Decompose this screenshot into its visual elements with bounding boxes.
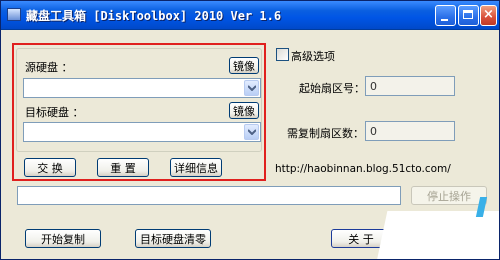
advanced-options-label: 高级选项 xyxy=(291,50,335,63)
wipe-target-button[interactable]: 目标硬盘清零 xyxy=(135,229,211,248)
author-url-link[interactable]: http://haobinnan.blog.51cto.com/ xyxy=(275,163,451,175)
advanced-options-checkbox[interactable] xyxy=(276,48,289,61)
target-dropdown-button[interactable] xyxy=(244,124,259,140)
copy-sectors-input[interactable]: 0 xyxy=(365,121,455,141)
start-sector-input[interactable]: 0 xyxy=(365,76,455,96)
maximize-icon xyxy=(463,10,473,19)
swap-button[interactable]: 交 换 xyxy=(24,158,76,177)
copy-sectors-label: 需复制扇区数： xyxy=(287,127,364,140)
stop-button[interactable]: 停止操作 xyxy=(411,186,487,205)
overlay-shape xyxy=(374,211,499,259)
close-button[interactable]: × xyxy=(480,5,497,26)
source-disk-select[interactable] xyxy=(23,78,261,98)
minimize-button[interactable] xyxy=(435,5,456,26)
source-dropdown-button[interactable] xyxy=(244,80,259,96)
close-icon: × xyxy=(483,7,494,22)
start-copy-button[interactable]: 开始复制 xyxy=(25,229,101,248)
reset-button[interactable]: 重 置 xyxy=(97,158,149,177)
minimize-icon xyxy=(441,19,448,21)
source-disk-label: 源硬盘 ： xyxy=(25,61,73,74)
details-button[interactable]: 详细信息 xyxy=(170,158,222,177)
copy-progress-bar xyxy=(17,186,401,205)
start-sector-label: 起始扇区号： xyxy=(299,82,365,95)
maximize-button[interactable] xyxy=(458,5,479,26)
target-image-button[interactable]: 镜像 xyxy=(229,102,259,119)
main-window: 藏盘工具箱 [DiskToolbox] 2010 Ver 1.6 × 源硬盘 ：… xyxy=(0,0,500,260)
source-image-button[interactable]: 镜像 xyxy=(229,57,259,74)
window-title: 藏盘工具箱 [DiskToolbox] 2010 Ver 1.6 xyxy=(26,9,282,23)
target-disk-select[interactable] xyxy=(23,122,261,142)
title-bar[interactable]: 藏盘工具箱 [DiskToolbox] 2010 Ver 1.6 × xyxy=(1,1,499,30)
app-icon xyxy=(7,8,21,21)
chevron-down-icon xyxy=(248,85,256,91)
chevron-down-icon xyxy=(248,129,256,135)
target-disk-label: 目标硬盘 ： xyxy=(25,106,84,119)
